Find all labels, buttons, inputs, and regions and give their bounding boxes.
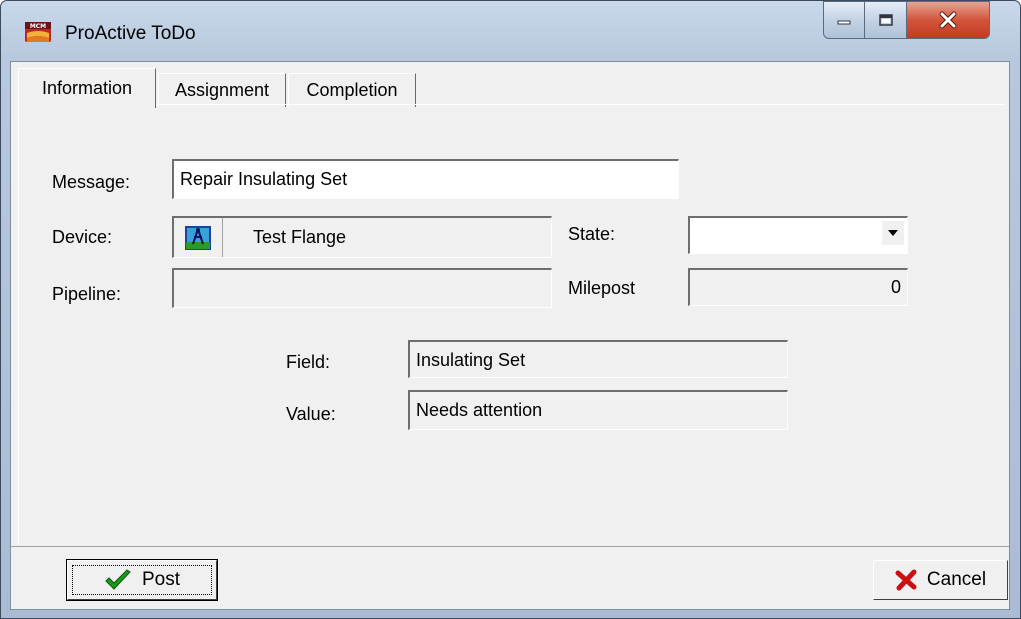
maximize-icon	[878, 14, 893, 26]
mcm-logo-icon: MCM	[25, 20, 51, 44]
field-name-box: Insulating Set	[408, 340, 788, 378]
svg-text:MCM: MCM	[30, 23, 46, 30]
device-label: Device:	[52, 227, 113, 247]
tab-assignment[interactable]: Assignment	[158, 73, 286, 107]
state-select[interactable]	[688, 216, 908, 254]
button-bar: Post Cancel	[9, 546, 1009, 609]
device-flange-icon	[174, 218, 223, 257]
tab-information[interactable]: Information	[18, 68, 156, 108]
window-title: ProActive ToDo	[65, 23, 196, 44]
maximize-button[interactable]	[865, 1, 907, 39]
tab-information-label: Information	[41, 78, 133, 98]
cancel-button-label: Cancel	[926, 569, 987, 590]
milepost-label: Milepost	[568, 278, 636, 298]
close-button[interactable]	[907, 1, 990, 39]
field-label: Field:	[286, 352, 331, 372]
minimize-icon	[837, 20, 851, 25]
value-box: Needs attention	[408, 390, 788, 430]
x-icon	[895, 569, 917, 591]
field-value: Insulating Set	[416, 350, 526, 370]
state-label: State:	[568, 224, 616, 244]
cancel-button[interactable]: Cancel	[873, 560, 1008, 600]
dropdown-button[interactable]	[882, 221, 904, 245]
post-button[interactable]: Post	[66, 559, 218, 601]
device-value: Test Flange	[253, 227, 347, 247]
value-label: Value:	[286, 404, 336, 424]
pipeline-label: Pipeline:	[52, 284, 122, 304]
close-icon	[939, 11, 957, 29]
message-value: Repair Insulating Set	[180, 169, 348, 189]
tab-completion[interactable]: Completion	[288, 73, 416, 107]
milepost-field: 0	[688, 268, 908, 306]
value-value: Needs attention	[416, 400, 543, 420]
message-label: Message:	[52, 172, 131, 192]
message-input[interactable]: Repair Insulating Set	[172, 159, 679, 199]
device-field[interactable]: Test Flange	[172, 216, 552, 258]
tab-completion-label: Completion	[306, 80, 398, 100]
focus-rectangle	[72, 565, 212, 595]
minimize-button[interactable]	[823, 1, 865, 39]
chevron-down-icon	[888, 230, 898, 236]
milepost-value: 0	[890, 277, 901, 297]
title-bar[interactable]: MCM ProActive ToDo	[1, 1, 1020, 61]
tab-assignment-label: Assignment	[174, 80, 270, 100]
pipeline-field	[172, 268, 552, 308]
